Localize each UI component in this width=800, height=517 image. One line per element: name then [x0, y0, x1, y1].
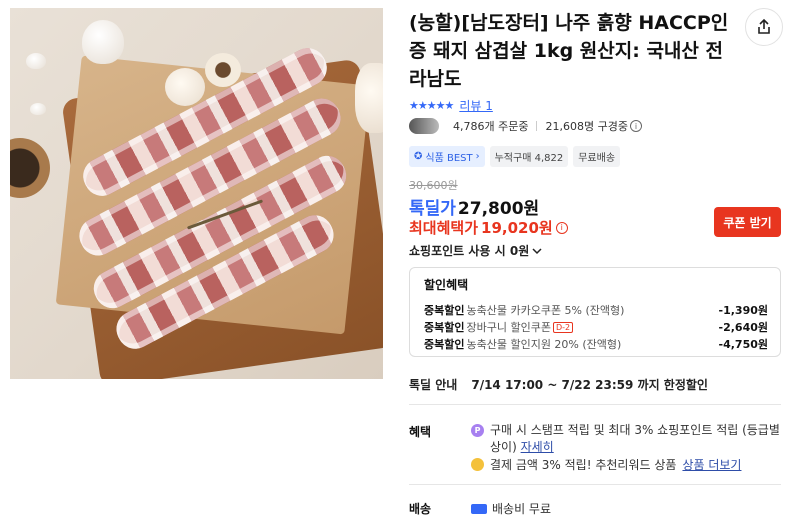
order-count: 4,786개 주문중: [453, 120, 529, 133]
garlic-clove: [30, 103, 46, 115]
info-icon[interactable]: i: [629, 120, 642, 132]
discount-desc: 장바구니 할인쿠폰: [466, 321, 551, 334]
review-link[interactable]: 리뷰 1: [459, 97, 493, 114]
d-day-badge: D-2: [552, 321, 574, 333]
live-stats: 4,786개 주문중 21,608명 구경중 i: [409, 118, 642, 134]
discount-type: 중복할인: [424, 338, 465, 351]
share-icon: [758, 18, 770, 34]
divider: [536, 121, 538, 131]
max-benefit-price: 최대혜택가 19,020원 i: [409, 217, 568, 238]
rating: ★★★★★ 리뷰 1: [409, 97, 493, 114]
points-selector[interactable]: 쇼핑포인트 사용 시 0원: [409, 242, 542, 259]
deal-price: 톡딜가 27,800원: [409, 194, 539, 219]
discount-desc: 농축산물 할인지원 20% (잔액형): [466, 338, 622, 351]
discount-box: 할인혜택 중복할인 농축산물 카카오쿠폰 5% (잔액형) -1,390원 중복…: [409, 267, 781, 357]
discount-amount: -2,640원: [718, 321, 768, 334]
benefit-reward: 결제 금액 3% 적립! 추천리워드 상품 상품 더보기: [471, 456, 781, 473]
chevron-right-icon: ›: [475, 151, 480, 162]
deal-period: 톡딜 안내 7/14 17:00 ~ 7/22 23:59 까지 한정할인: [409, 376, 708, 393]
max-benefit-value: 19,020원: [481, 219, 553, 237]
more-products-link[interactable]: 상품 더보기: [682, 456, 741, 473]
share-button[interactable]: [745, 8, 783, 46]
divider: [409, 404, 781, 405]
discount-type: 중복할인: [424, 304, 465, 317]
benefit-stamp: P 구매 시 스탬프 적립 및 최대 3% 쇼핑포인트 적립 (등급별 상이) …: [471, 422, 781, 456]
mushroom: [355, 63, 383, 133]
tag-cumulative: 누적구매 4,822: [489, 146, 569, 167]
reward-icon: [471, 458, 484, 471]
chevron-down-icon: [532, 247, 542, 254]
discount-row: 중복할인 농축산물 할인지원 20% (잔액형) -4,750원: [424, 336, 768, 352]
viewer-count: 21,608명 구경중: [545, 120, 628, 133]
coupon-button[interactable]: 쿠폰 받기: [714, 207, 781, 237]
benefit-stamp-text: 구매 시 스탬프 적립 및 최대 3% 쇼핑포인트 적립 (등급별 상이) 자세…: [490, 422, 781, 456]
truck-icon: [471, 503, 487, 514]
discount-row: 중복할인 장바구니 할인쿠폰 D-2 -2,640원: [424, 319, 768, 335]
tag-label: 식품 BEST: [425, 153, 473, 164]
pepper-bowl: [10, 138, 50, 198]
benefit-reward-text: 결제 금액 3% 적립! 추천리워드 상품: [490, 458, 677, 472]
star-rating-icon: ★★★★★: [409, 99, 454, 112]
mushroom: [165, 68, 205, 106]
info-icon[interactable]: i: [555, 221, 568, 234]
detail-link[interactable]: 자세히: [521, 440, 554, 454]
garlic-bulb: [82, 20, 124, 64]
tag-free-shipping: 무료배송: [573, 146, 621, 167]
divider: [409, 484, 781, 485]
discount-type: 중복할인: [424, 321, 465, 334]
product-title: (농할)[남도장터] 나주 흙향 HACCP인증 돼지 삼겹살 1kg 원산지:…: [409, 12, 729, 90]
max-benefit-label: 최대혜택가: [409, 219, 479, 237]
best-badge-icon: ✪: [414, 151, 423, 162]
benefit-label: 혜택: [409, 425, 432, 439]
avatar: [409, 118, 439, 134]
deal-period-label: 톡딜 안내: [409, 378, 458, 392]
discount-desc: 농축산물 카카오쿠폰 5% (잔액형): [466, 304, 625, 317]
deal-price-value: 27,800원: [457, 199, 540, 219]
tag-food-best[interactable]: ✪ 식품 BEST ›: [409, 146, 485, 167]
point-icon: P: [471, 424, 484, 437]
mushroom: [205, 53, 241, 87]
discount-amount: -4,750원: [718, 338, 768, 351]
original-price: 30,600원: [409, 179, 458, 192]
shipping-info: 배송비 무료: [471, 500, 551, 517]
shipping-label: 배송: [409, 502, 432, 516]
deal-period-text: 7/14 17:00 ~ 7/22 23:59 까지 한정할인: [471, 378, 708, 392]
garlic-clove: [26, 53, 46, 69]
product-image[interactable]: [10, 8, 383, 379]
discount-amount: -1,390원: [718, 304, 768, 317]
deal-price-label: 톡딜가: [409, 199, 456, 219]
discount-row: 중복할인 농축산물 카카오쿠폰 5% (잔액형) -1,390원: [424, 302, 768, 318]
discount-heading: 할인혜택: [424, 278, 469, 292]
shipping-text: 배송비 무료: [492, 502, 552, 516]
tag-list: ✪ 식품 BEST › 누적구매 4,822 무료배송: [409, 146, 621, 167]
points-text: 쇼핑포인트 사용 시 0원: [409, 244, 530, 258]
